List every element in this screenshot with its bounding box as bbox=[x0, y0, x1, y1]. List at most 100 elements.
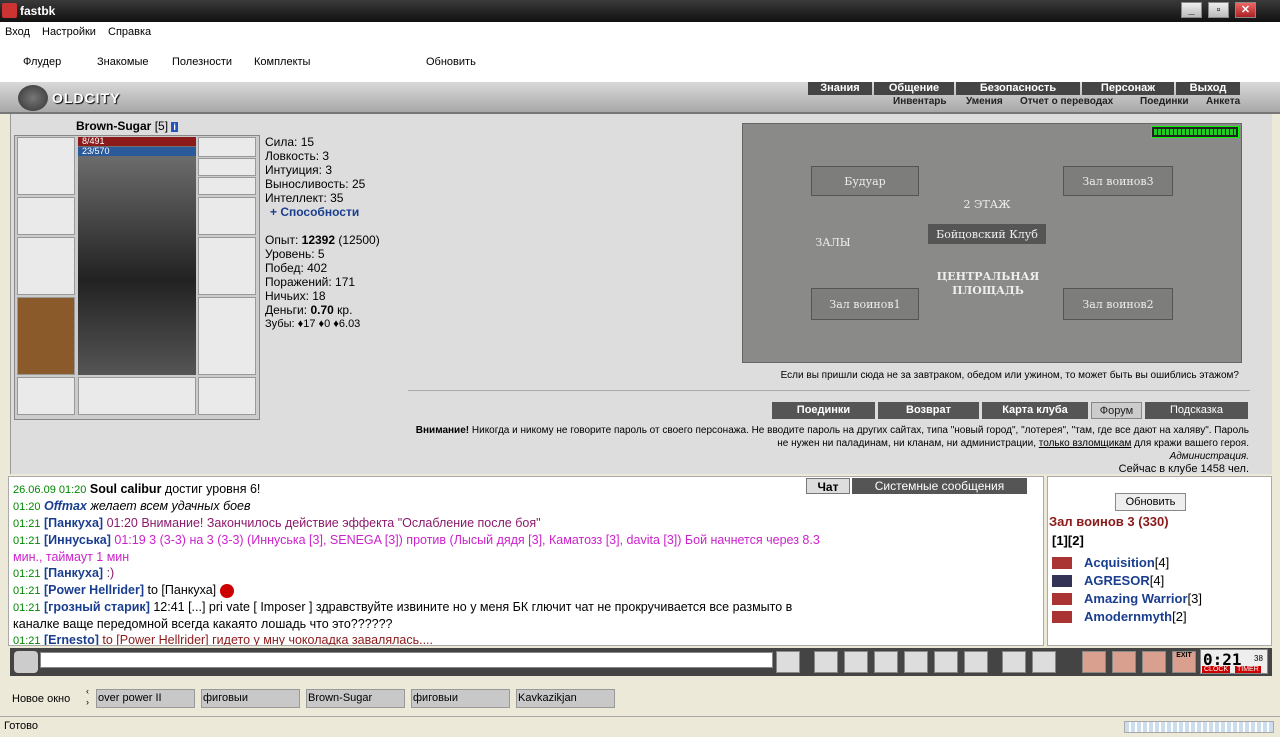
filter-icon[interactable] bbox=[844, 651, 868, 673]
friends-button[interactable]: Знакомые bbox=[97, 56, 148, 68]
nav-social[interactable]: Общение bbox=[874, 82, 954, 95]
rune-slots[interactable] bbox=[78, 377, 196, 415]
chat-line: мин., таймаут 1 мин bbox=[13, 550, 130, 564]
close-button[interactable]: ✕ bbox=[1235, 2, 1256, 18]
pants-slot[interactable] bbox=[198, 297, 256, 375]
earrings-slot[interactable] bbox=[198, 137, 256, 157]
duels-button[interactable]: Поединки bbox=[772, 402, 875, 419]
rank-icon bbox=[1052, 611, 1072, 623]
shield-slot[interactable] bbox=[198, 237, 256, 295]
teeth: Зубы: ♦17 ♦0 ♦6.03 bbox=[265, 318, 361, 330]
nav-character[interactable]: Персонаж bbox=[1082, 82, 1174, 95]
return-button[interactable]: Возврат bbox=[878, 402, 979, 419]
speaker-icon[interactable] bbox=[14, 651, 38, 673]
window-tab[interactable]: Kavkazikjan bbox=[516, 689, 615, 708]
menu-help[interactable]: Справка bbox=[108, 26, 151, 38]
fighter-icon[interactable] bbox=[904, 651, 928, 673]
player-amodernmyth[interactable]: Amodernmyth[2] bbox=[1084, 609, 1187, 624]
central-square[interactable]: ЦЕНТРАЛЬНАЯ ПЛОЩАДЬ bbox=[933, 270, 1043, 300]
sets-button[interactable]: Комплекты bbox=[254, 56, 310, 68]
refresh-list-button[interactable]: Обновить bbox=[1115, 493, 1186, 511]
profile-icon[interactable] bbox=[1112, 651, 1136, 673]
save-icon[interactable] bbox=[874, 651, 898, 673]
hackers-link[interactable]: только взломщикам bbox=[1039, 438, 1132, 449]
nav-duels[interactable]: Поединки bbox=[1140, 96, 1189, 107]
chat-line: 01:21 [Панкуха] :) bbox=[13, 566, 115, 580]
rings-slot[interactable] bbox=[198, 177, 256, 195]
room-warriors-2[interactable]: Зал воинов2 bbox=[1063, 288, 1173, 320]
status-text: Готово bbox=[4, 720, 38, 732]
bracers-slot[interactable] bbox=[17, 197, 75, 235]
helmet-icon[interactable] bbox=[1032, 651, 1056, 673]
room-warriors-3[interactable]: Зал воинов3 bbox=[1063, 166, 1173, 196]
boots-slot[interactable] bbox=[198, 377, 256, 415]
window-tab[interactable]: фиговыи bbox=[201, 689, 300, 708]
room-boudoir[interactable]: Будуар bbox=[811, 166, 919, 196]
oldcity-logo: OLDCITY bbox=[14, 84, 154, 112]
maximize-button[interactable]: ▫ bbox=[1208, 2, 1229, 18]
window-tab[interactable]: Brown-Sugar bbox=[306, 689, 405, 708]
clock-label: CLOCK bbox=[1202, 666, 1231, 673]
floor-2-label[interactable]: 2 ЭТАЖ bbox=[949, 196, 1025, 214]
scroll-arrows-icon[interactable]: ‹ › bbox=[86, 686, 89, 708]
menu-login[interactable]: Вход bbox=[5, 26, 30, 38]
tab-system-messages[interactable]: Системные сообщения bbox=[852, 478, 1027, 494]
gloves-slot[interactable] bbox=[198, 197, 256, 235]
nav-knowledge[interactable]: Знания bbox=[808, 82, 872, 95]
chat-line: 01:21 [Панкуха] 01:20 Внимание! Закончил… bbox=[13, 516, 541, 530]
private-icon[interactable] bbox=[934, 651, 958, 673]
belt-slot[interactable] bbox=[17, 377, 75, 415]
lock-icon[interactable] bbox=[1142, 651, 1166, 673]
club-map-button[interactable]: Карта клуба bbox=[982, 402, 1088, 419]
tab-chat[interactable]: Чат bbox=[806, 478, 850, 494]
character-name[interactable]: Brown-Sugar [5] i bbox=[76, 119, 178, 133]
hint-button[interactable]: Подсказка bbox=[1145, 402, 1248, 419]
rank-icon bbox=[1052, 575, 1072, 587]
exit-icon[interactable]: EXIT bbox=[1172, 651, 1196, 673]
nav-exit[interactable]: Выход bbox=[1176, 82, 1240, 95]
room-pages[interactable]: [1][2] bbox=[1052, 533, 1084, 548]
chat-line: 01:20 Offmax желает всем удачных боев bbox=[13, 499, 251, 513]
nav-security[interactable]: Безопасность bbox=[956, 82, 1080, 95]
nav-inventory[interactable]: Инвентарь bbox=[893, 96, 947, 107]
refresh-button[interactable]: Обновить bbox=[426, 56, 476, 68]
chat-log[interactable]: 26.06.09 01:20 Soul calibur достиг уровн… bbox=[8, 476, 1044, 646]
forum-button[interactable]: Форум bbox=[1091, 402, 1142, 419]
nav-transfers[interactable]: Отчет о переводах bbox=[1020, 96, 1113, 107]
minimize-button[interactable]: _ bbox=[1181, 2, 1202, 18]
stat-endurance: Выносливость: 25 bbox=[265, 177, 366, 191]
player-amazing-warrior[interactable]: Amazing Warrior[3] bbox=[1084, 591, 1202, 606]
send-icon[interactable] bbox=[776, 651, 800, 673]
nav-skills[interactable]: Умения bbox=[966, 96, 1003, 107]
player-acquisition[interactable]: Acquisition[4] bbox=[1084, 555, 1169, 570]
speed-icon[interactable] bbox=[964, 651, 988, 673]
nav-profile[interactable]: Анкета bbox=[1206, 96, 1240, 107]
info-icon[interactable]: i bbox=[171, 122, 178, 132]
new-window-button[interactable]: Новое окно bbox=[12, 693, 70, 705]
chat-line: 01:21 [Иннуська] 01:19 3 (3-3) на 3 (3-3… bbox=[13, 533, 820, 547]
clear-icon[interactable] bbox=[814, 651, 838, 673]
room-warriors-1[interactable]: Зал воинов1 bbox=[811, 288, 919, 320]
utilities-button[interactable]: Полезности bbox=[172, 56, 232, 68]
character-avatar bbox=[78, 137, 196, 375]
abilities-link[interactable]: + Способности bbox=[270, 205, 359, 219]
flooder-button[interactable]: Флудер bbox=[23, 56, 61, 68]
helmet-slot[interactable] bbox=[17, 137, 75, 195]
window-tab[interactable]: фиговыи bbox=[411, 689, 510, 708]
armor-slot[interactable] bbox=[17, 297, 75, 375]
amulet-slot[interactable] bbox=[198, 158, 256, 176]
player-agresor[interactable]: AGRESOR[4] bbox=[1084, 573, 1164, 588]
smile-icon[interactable] bbox=[1002, 651, 1026, 673]
status-meter bbox=[1151, 126, 1239, 138]
weapon-slot[interactable] bbox=[17, 237, 75, 295]
experience: Опыт: 12392 (12500) bbox=[265, 233, 380, 247]
window-tab[interactable]: over power II bbox=[96, 689, 195, 708]
chat-input[interactable] bbox=[40, 652, 773, 668]
room-fight-club[interactable]: Бойцовский Клуб bbox=[928, 224, 1046, 244]
menu-settings[interactable]: Настройки bbox=[42, 26, 96, 38]
bag-icon[interactable] bbox=[1082, 651, 1106, 673]
map-caption: Если вы пришли сюда не за завтраком, обе… bbox=[780, 370, 1239, 381]
halls-label[interactable]: ЗАЛЫ bbox=[803, 234, 863, 252]
toolbar: Флудер Знакомые Полезности Комплекты Обн… bbox=[0, 42, 1280, 82]
status-bar: Готово bbox=[0, 716, 1280, 737]
